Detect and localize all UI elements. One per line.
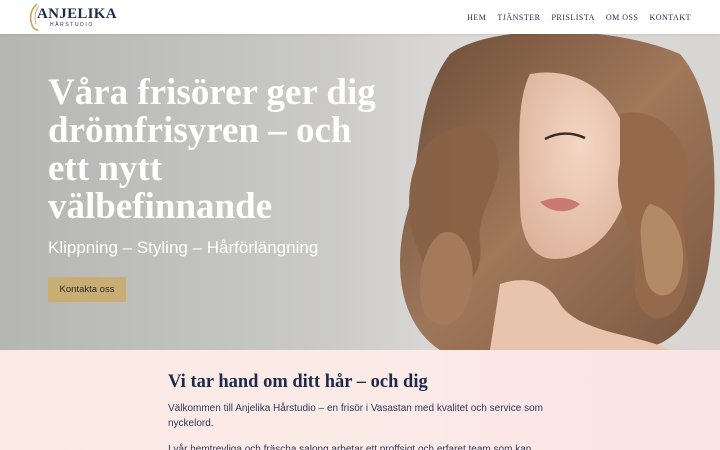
intro-paragraph: Välkommen till Anjelika Hårstudio – en f… <box>168 403 543 429</box>
hero-subtitle: Klippning – Styling – Hårförlängning <box>48 238 319 257</box>
site-logo[interactable]: ANJELIKA HÅRSTUDIO <box>28 3 117 31</box>
nav-item-hem[interactable]: HEM <box>467 13 486 22</box>
logo-name: ANJELIKA <box>37 6 117 22</box>
intro-paragraph: I vår hemtrevliga och fräscha salong arb… <box>168 444 532 450</box>
contact-button[interactable]: Kontakta oss <box>48 277 126 302</box>
hero-section: Våra frisörer ger dig drömfrisyren – och… <box>0 34 720 350</box>
intro-section: Vi tar hand om ditt hår – och dig Välkom… <box>0 350 720 450</box>
hero-title: Våra frisörer ger dig drömfrisyren – och… <box>48 72 376 227</box>
nav-item-prislista[interactable]: PRISLISTA <box>551 13 594 22</box>
nav-item-tjanster[interactable]: TJÄNSTER <box>497 13 540 22</box>
logo-subtitle: HÅRSTUDIO <box>50 22 94 28</box>
nav-item-kontakt[interactable]: KONTAKT <box>649 13 691 22</box>
main-nav: HEM TJÄNSTER PRISLISTA OM OSS KONTAKT <box>467 0 691 34</box>
intro-title: Vi tar hand om ditt hår – och dig <box>168 372 428 392</box>
nav-item-om-oss[interactable]: OM OSS <box>606 13 639 22</box>
site-header: ANJELIKA HÅRSTUDIO HEM TJÄNSTER PRISLIST… <box>0 0 720 34</box>
